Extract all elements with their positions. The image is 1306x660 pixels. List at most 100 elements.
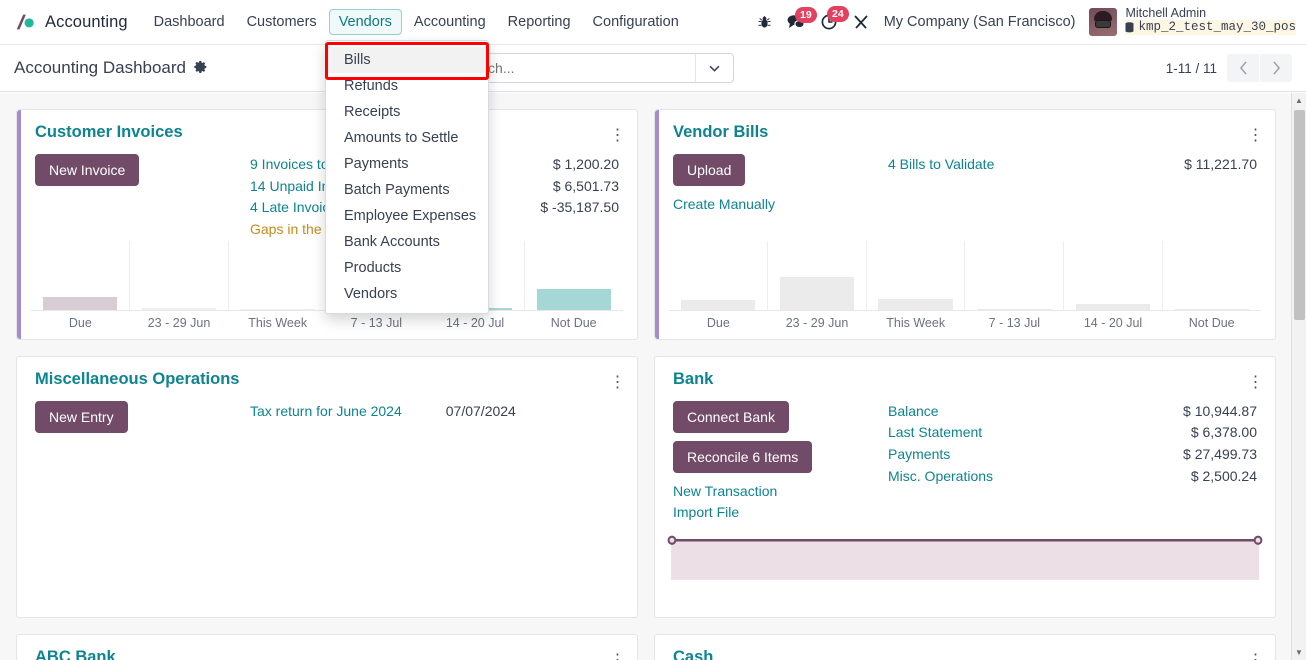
chevron-left-icon xyxy=(1239,61,1247,75)
reconcile-items-button[interactable]: Reconcile 6 Items xyxy=(673,440,813,473)
top-navbar: Accounting Dashboard Customers Vendors A… xyxy=(0,0,1306,45)
bug-icon[interactable] xyxy=(757,14,772,30)
search-dropdown-toggle[interactable] xyxy=(695,54,733,82)
menu-customers[interactable]: Customers xyxy=(237,9,327,35)
new-entry-button[interactable]: New Entry xyxy=(35,400,128,433)
menu-reporting[interactable]: Reporting xyxy=(498,9,581,35)
card-title-cash[interactable]: Cash xyxy=(673,648,713,660)
value-balance: $ 10,944.87 xyxy=(1183,402,1257,419)
avatar xyxy=(1089,7,1118,36)
vendor-bills-stats: 4 Bills to Validate $ 11,221.70 xyxy=(888,154,1257,216)
card-abc-bank: ABC Bank ⋮ xyxy=(16,633,638,660)
bar-cell xyxy=(669,240,768,310)
stat-row: Misc. Operations $ 2,500.24 xyxy=(888,466,1257,488)
dropdown-item-amounts-to-settle[interactable]: Amounts to Settle xyxy=(326,125,488,151)
dropdown-item-refunds[interactable]: Refunds xyxy=(326,73,488,99)
card-title-customer-invoices[interactable]: Customer Invoices xyxy=(35,123,183,142)
card-cash: Cash ⋮ xyxy=(654,633,1276,660)
card-menu-vendor-bills[interactable]: ⋮ xyxy=(1246,123,1263,146)
value-tax-return-date: 07/07/2024 xyxy=(445,402,516,419)
link-payments[interactable]: Payments xyxy=(888,444,950,466)
axis-label: Due xyxy=(68,315,92,330)
vendor-bills-bar-chart: Due 23 - 29 Jun This Week 7 - 13 Jul 14 … xyxy=(655,240,1275,339)
card-title-vendor-bills[interactable]: Vendor Bills xyxy=(673,123,768,142)
link-balance[interactable]: Balance xyxy=(888,401,939,423)
card-title-misc-operations[interactable]: Miscellaneous Operations xyxy=(35,370,239,389)
bank-area-chart xyxy=(667,534,1263,582)
connect-bank-button[interactable]: Connect Bank xyxy=(673,400,789,433)
menu-configuration[interactable]: Configuration xyxy=(583,9,689,35)
dropdown-item-receipts[interactable]: Receipts xyxy=(326,99,488,125)
dropdown-item-batch-payments[interactable]: Batch Payments xyxy=(326,177,488,203)
dropdown-item-products[interactable]: Products xyxy=(326,255,488,281)
link-last-statement[interactable]: Last Statement xyxy=(888,422,982,444)
dropdown-item-vendors[interactable]: Vendors xyxy=(326,281,488,307)
card-menu-misc-operations[interactable]: ⋮ xyxy=(608,370,625,393)
bar-cell xyxy=(229,240,328,310)
link-tax-return[interactable]: Tax return for June 2024 xyxy=(250,401,402,423)
import-file-link[interactable]: Import File xyxy=(673,502,888,524)
card-menu-bank[interactable]: ⋮ xyxy=(1246,370,1263,393)
gear-icon[interactable] xyxy=(194,60,208,77)
card-menu-cash[interactable]: ⋮ xyxy=(1246,648,1263,660)
new-transaction-link[interactable]: New Transaction xyxy=(673,481,888,503)
vertical-scrollbar[interactable]: ▲ ▼ xyxy=(1291,93,1306,660)
navbar-systray: 19 24 My Company (San Francisco) Mitchel… xyxy=(757,6,1306,39)
value-late-invoices: $ -35,187.50 xyxy=(540,199,619,216)
value-bills-to-validate: $ 11,221.70 xyxy=(1184,156,1257,172)
value-invoices-to-validate: $ 1,200.20 xyxy=(552,156,619,172)
axis-label: Not Due xyxy=(1188,315,1235,330)
dropdown-item-bills[interactable]: Bills xyxy=(326,47,488,73)
link-misc-operations[interactable]: Misc. Operations xyxy=(888,466,993,488)
create-manually-link[interactable]: Create Manually xyxy=(673,194,888,216)
axis-label: 7 - 13 Jul xyxy=(988,315,1041,330)
axis-label: Due xyxy=(706,315,730,330)
scrollbar-thumb[interactable] xyxy=(1294,110,1305,320)
card-title-bank[interactable]: Bank xyxy=(673,370,713,389)
card-miscellaneous-operations: Miscellaneous Operations ⋮ New Entry Tax… xyxy=(16,355,638,618)
stat-row: Balance $ 10,944.87 xyxy=(888,401,1257,423)
brand-home[interactable]: Accounting xyxy=(0,11,144,33)
company-switcher[interactable]: My Company (San Francisco) xyxy=(884,14,1076,30)
user-name: Mitchell Admin xyxy=(1125,5,1207,20)
activities-icon[interactable]: 24 xyxy=(820,5,849,31)
chevron-right-icon xyxy=(1272,61,1280,75)
axis-label: 14 - 20 Jul xyxy=(1083,315,1143,330)
control-panel: Accounting Dashboard Favorites ✕ 1-11 / … xyxy=(0,45,1306,92)
dropdown-item-bank-accounts[interactable]: Bank Accounts xyxy=(326,229,488,255)
bar-cell xyxy=(768,240,867,310)
misc-operations-entries: Tax return for June 2024 07/07/2024 xyxy=(250,401,619,441)
bank-stats: Balance $ 10,944.87 Last Statement $ 6,3… xyxy=(888,401,1257,524)
value-last-statement: $ 6,378.00 xyxy=(1190,424,1257,441)
dropdown-item-payments[interactable]: Payments xyxy=(326,151,488,177)
dropdown-item-employee-expenses[interactable]: Employee Expenses xyxy=(326,203,488,229)
scroll-down-arrow-icon[interactable]: ▼ xyxy=(1292,645,1306,660)
breadcrumb: Accounting Dashboard xyxy=(14,58,208,78)
new-invoice-button[interactable]: New Invoice xyxy=(35,154,140,186)
chevron-down-icon xyxy=(709,65,720,72)
card-bank: Bank ⋮ Connect Bank Reconcile 6 Items Ne… xyxy=(654,355,1276,618)
upload-button[interactable]: Upload xyxy=(673,154,746,186)
scroll-up-arrow-icon[interactable]: ▲ xyxy=(1292,93,1306,108)
user-menu[interactable]: Mitchell Admin kmp_2_test_may_30_pos xyxy=(1089,6,1296,39)
database-label: kmp_2_test_may_30_pos xyxy=(1138,20,1296,35)
menu-accounting[interactable]: Accounting xyxy=(404,9,496,35)
main-menu: Dashboard Customers Vendors Accounting R… xyxy=(144,9,689,35)
axis-label: 23 - 29 Jun xyxy=(785,315,849,330)
page-title: Accounting Dashboard xyxy=(14,58,187,77)
pager-next-button[interactable] xyxy=(1260,54,1292,82)
menu-vendors[interactable]: Vendors xyxy=(328,9,402,35)
messages-icon[interactable]: 19 xyxy=(786,6,817,30)
card-menu-abc-bank[interactable]: ⋮ xyxy=(608,648,625,660)
messages-badge: 19 xyxy=(795,6,817,24)
dashboard-content: Customer Invoices ⋮ New Invoice 9 Invoic… xyxy=(0,93,1306,660)
card-menu-customer-invoices[interactable]: ⋮ xyxy=(608,123,625,146)
pager-count: 1-11 / 11 xyxy=(1165,60,1217,76)
bar-cell xyxy=(1064,240,1164,310)
tools-icon[interactable] xyxy=(852,13,870,31)
menu-dashboard[interactable]: Dashboard xyxy=(144,9,235,35)
link-bills-to-validate[interactable]: 4 Bills to Validate xyxy=(888,154,994,176)
card-title-abc-bank[interactable]: ABC Bank xyxy=(35,648,116,660)
pager-previous-button[interactable] xyxy=(1227,54,1259,82)
value-unpaid-invoices: $ 6,501.73 xyxy=(552,177,619,194)
